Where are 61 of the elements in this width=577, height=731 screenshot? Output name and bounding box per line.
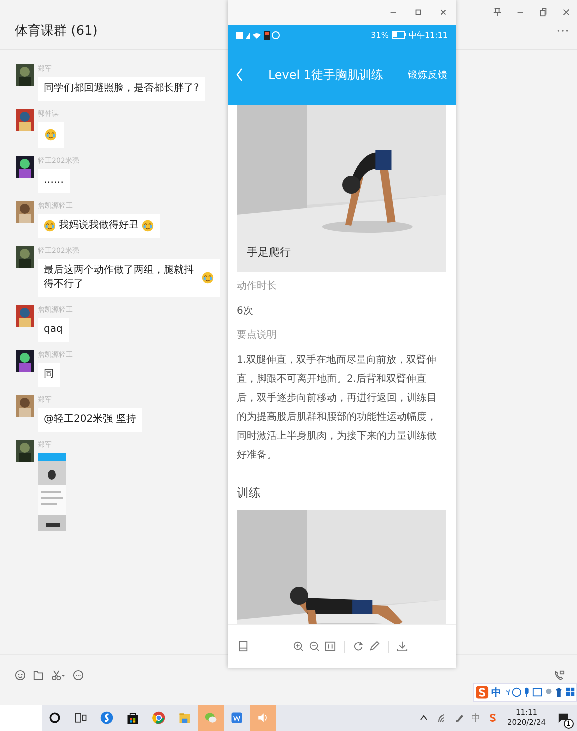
back-icon[interactable]: [236, 68, 244, 82]
browser-icon: [100, 711, 114, 725]
chat-bubble-icon[interactable]: [73, 670, 84, 680]
zoom-in-icon[interactable]: [292, 641, 304, 652]
message-text: 同学们都回避照脸，是否都长胖了?: [44, 82, 200, 96]
close-icon[interactable]: [562, 8, 571, 17]
actual-size-icon[interactable]: [324, 641, 336, 652]
emoji-icon: [202, 272, 214, 284]
battery-percent: 31%: [371, 30, 389, 40]
battery-icon: [392, 31, 406, 39]
folder-icon: [178, 711, 192, 725]
emoji-icon[interactable]: [15, 670, 26, 680]
status-time: 中午11:11: [408, 30, 448, 40]
field-label: 要点说明: [237, 329, 278, 343]
scissors-icon[interactable]: [51, 670, 66, 680]
field-label: 动作时长: [237, 280, 278, 294]
input-logo-icon[interactable]: [488, 713, 498, 723]
maximize-icon[interactable]: [414, 8, 423, 17]
message-text: qaq: [44, 323, 63, 337]
task-view-icon: [74, 711, 88, 725]
speaker-icon: [256, 711, 270, 725]
wifi-icon[interactable]: [436, 713, 447, 723]
exercise-caption: 手足爬行: [247, 245, 291, 260]
ime-tools-drawing: [504, 687, 576, 698]
description-text: 1.双腿伸直，双手在地面尽量向前放，双臂伸直，脚跟不可离开地面。2.后背和双臂伸直后，双手逐步向前移动，再进行返回，训练目的为提高股后肌群和腰部的功能性运动幅度，同时激活上半身肌肉，为接下来的力量训练做好准备。: [237, 354, 438, 463]
message-text: 我妈说我做得好丑: [59, 219, 139, 233]
chat-title: 体育课群 (61): [14, 22, 98, 40]
message-text: @轻工202米强 坚持: [44, 413, 136, 427]
emoji-icon: [44, 220, 56, 232]
emoji-icon: [142, 220, 154, 232]
status-icons-drawing: [236, 30, 280, 40]
pencil-icon[interactable]: [368, 641, 380, 652]
phone-save-icon[interactable]: [238, 641, 249, 652]
folder-icon[interactable]: [33, 670, 44, 680]
pin-icon[interactable]: [493, 8, 502, 17]
shopping-bag-icon: [126, 711, 140, 725]
message-text: 同: [44, 368, 54, 382]
notification-icon[interactable]: [558, 712, 569, 724]
close-icon[interactable]: [439, 8, 448, 17]
rotate-icon[interactable]: [352, 641, 364, 652]
input-mode[interactable]: 中: [492, 686, 502, 700]
globe-icon: [152, 711, 166, 725]
circle-icon: [48, 711, 62, 725]
page-title: Level 1徒手胸肌训练: [267, 66, 385, 84]
document-icon: [230, 711, 244, 725]
pen-icon[interactable]: [454, 713, 465, 723]
input-indicator[interactable]: 中: [472, 712, 481, 724]
field-value: 6次: [237, 305, 254, 319]
chat-icon: [204, 711, 218, 725]
section-heading: 训练: [237, 485, 262, 502]
more-icon[interactable]: [557, 29, 569, 33]
download-icon[interactable]: [396, 641, 408, 652]
emoji-icon: [45, 129, 57, 141]
input-logo-icon: [476, 686, 489, 699]
message-text: 最后这两个动作做了两组，腿就抖得不行了: [44, 264, 195, 292]
phone-icon[interactable]: [554, 670, 565, 680]
feedback-button[interactable]: 锻炼反馈: [408, 66, 448, 84]
zoom-out-icon[interactable]: [308, 641, 320, 652]
restore-icon[interactable]: [539, 8, 548, 17]
message-text: ……: [44, 174, 64, 188]
caret-icon[interactable]: [418, 713, 429, 723]
